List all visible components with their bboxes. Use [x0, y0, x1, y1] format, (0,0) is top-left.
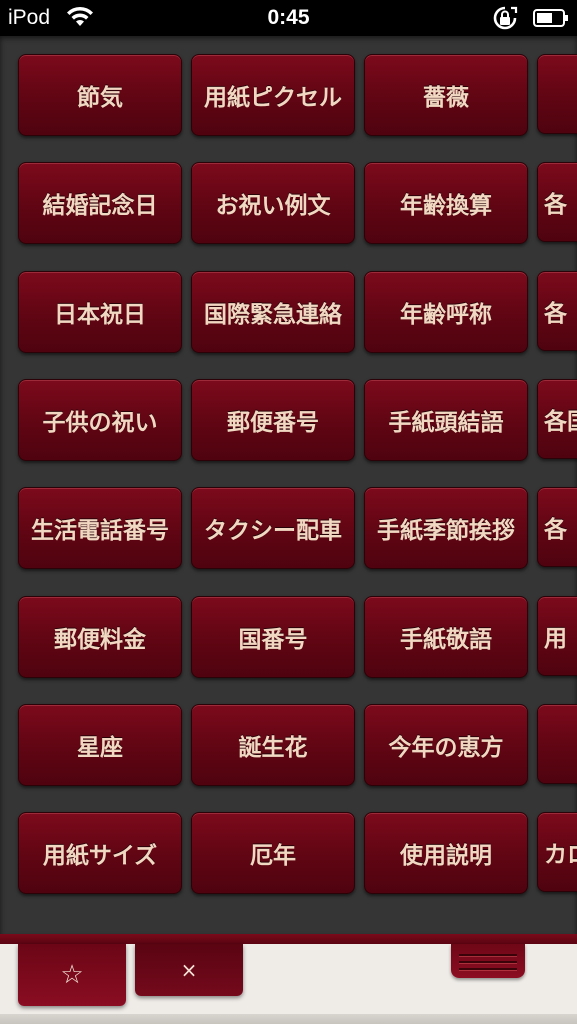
- menu-item-button[interactable]: 使用説明: [364, 812, 528, 894]
- menu-item-button[interactable]: 各: [537, 487, 577, 567]
- menu-item-button[interactable]: 年齢換算: [364, 162, 528, 244]
- menu-item-button[interactable]: [537, 54, 577, 134]
- menu-item-button[interactable]: 各国: [537, 379, 577, 459]
- menu-item-button[interactable]: 年齢呼称: [364, 271, 528, 353]
- menu-item-button[interactable]: 手紙季節挨拶: [364, 487, 528, 569]
- menu-item-button[interactable]: 用紙サイズ: [18, 812, 182, 894]
- menu-item-button[interactable]: 国際緊急連絡: [191, 271, 355, 353]
- menu-item-button[interactable]: 手紙敬語: [364, 596, 528, 678]
- menu-item-button[interactable]: 国番号: [191, 596, 355, 678]
- battery-icon: [533, 9, 568, 27]
- menu-item-button[interactable]: 今年の恵方: [364, 704, 528, 786]
- favorites-tab[interactable]: ☆: [18, 944, 126, 1006]
- bottom-divider: [0, 934, 577, 944]
- menu-item-button[interactable]: 郵便番号: [191, 379, 355, 461]
- menu-item-button[interactable]: 節気: [18, 54, 182, 136]
- menu-item-button[interactable]: 各: [537, 162, 577, 242]
- menu-grid: 節気 用紙ピクセル 薔薇 結婚記念日 お祝い例文 年齢換算各日本祝日 国際緊急連絡 年齢呼称各…: [0, 36, 577, 936]
- rotation-lock-icon: [493, 6, 518, 30]
- menu-item-button[interactable]: 日本祝日: [18, 271, 182, 353]
- menu-item-button[interactable]: 子供の祝い: [18, 379, 182, 461]
- menu-panel: 節気 用紙ピクセル 薔薇 結婚記念日 お祝い例文 年齢換算各日本祝日 国際緊急連絡 年齢呼称各…: [0, 36, 577, 936]
- menu-item-button[interactable]: 星座: [18, 704, 182, 786]
- close-tab[interactable]: ×: [135, 944, 243, 996]
- menu-item-button[interactable]: 薔薇: [364, 54, 528, 136]
- menu-item-button[interactable]: お祝い例文: [191, 162, 355, 244]
- bottom-edge: [0, 1014, 577, 1024]
- menu-item-button[interactable]: 手紙頭結語: [364, 379, 528, 461]
- menu-item-button[interactable]: 用紙ピクセル: [191, 54, 355, 136]
- menu-item-button[interactable]: 用: [537, 596, 577, 676]
- menu-item-button[interactable]: 生活電話番号: [18, 487, 182, 569]
- menu-item-button[interactable]: 誕生花: [191, 704, 355, 786]
- menu-item-button[interactable]: [537, 704, 577, 784]
- menu-item-button[interactable]: 結婚記念日: [18, 162, 182, 244]
- menu-item-button[interactable]: 厄年: [191, 812, 355, 894]
- menu-item-button[interactable]: タクシー配車: [191, 487, 355, 569]
- close-icon: ×: [180, 958, 198, 982]
- drawer-handle[interactable]: [451, 944, 525, 978]
- menu-item-button[interactable]: 郵便料金: [18, 596, 182, 678]
- status-bar: iPod 0:45: [0, 0, 577, 36]
- menu-item-button[interactable]: カロ: [537, 812, 577, 892]
- star-icon: ☆: [60, 960, 84, 990]
- menu-item-button[interactable]: 各: [537, 271, 577, 351]
